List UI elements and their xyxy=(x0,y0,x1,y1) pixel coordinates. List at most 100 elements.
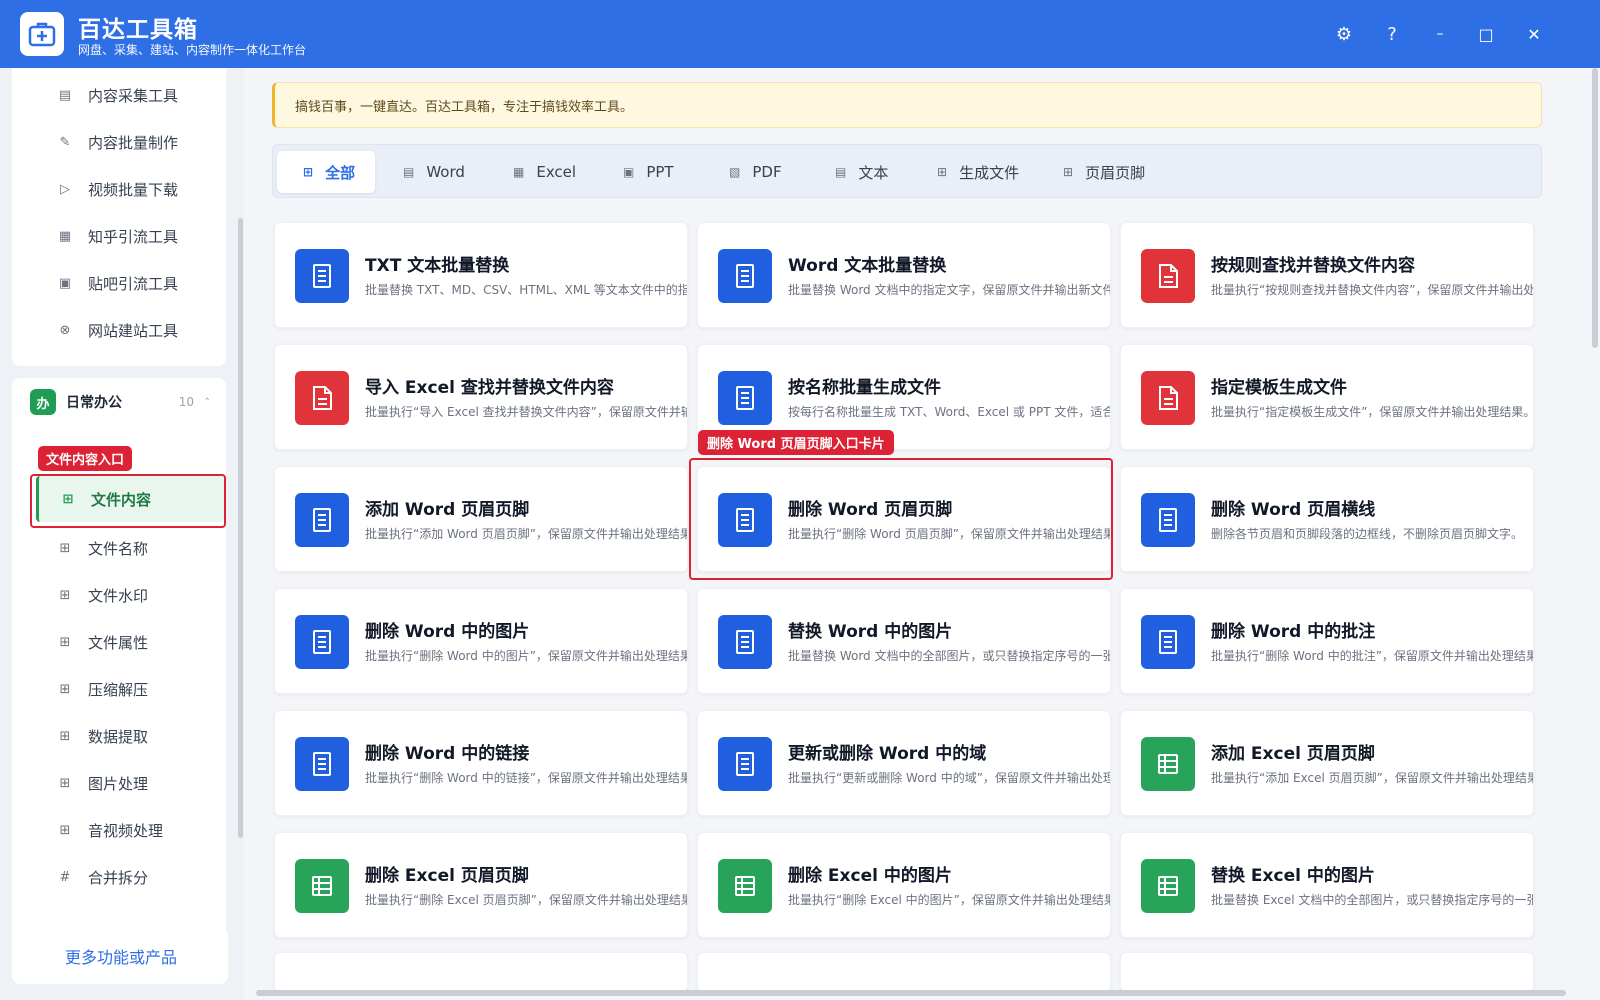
tool-card[interactable]: 删除 Word 中的链接批量执行“删除 Word 中的链接”，保留原文件并输出处… xyxy=(274,710,688,816)
tool-card[interactable]: Word 文本批量替换 批量替换 Word 文档中的指定文字，保留原文件并输出新文… xyxy=(697,222,1111,328)
main-horizontal-scrollbar[interactable] xyxy=(256,990,1566,996)
sidebar-item-compress[interactable]: ⊞ 压缩解压 xyxy=(56,674,148,704)
sidebar-item-file-attributes[interactable]: ⊞ 文件属性 xyxy=(56,627,148,657)
tool-card[interactable]: 添加 Word 页眉页脚 批量执行“添加 Word 页眉页脚”，保留原文件并输出处… xyxy=(274,466,688,572)
grid-icon: ⊞ xyxy=(59,728,71,744)
settings-gear-icon[interactable]: ⚙ xyxy=(1330,20,1358,48)
tab-header-footer[interactable]: ⊞ 页眉页脚 xyxy=(1051,151,1157,193)
tool-card[interactable]: 添加 Excel 页眉页脚 批量执行“添加 Excel 页眉页脚”，保留原文件并输… xyxy=(1120,710,1534,816)
sidebar-item-image-process[interactable]: ⊞ 图片处理 xyxy=(56,768,148,798)
tool-card-title: 更新或删除 Word 中的域 xyxy=(788,744,987,764)
tab-text[interactable]: ▤ 文本 xyxy=(823,151,900,193)
sidebar-item-zhihu[interactable]: ▦ 知乎引流工具 xyxy=(56,221,178,251)
grid-icon: ⊞ xyxy=(59,587,71,603)
tool-card-title: TXT 文本批量替换 xyxy=(365,256,510,276)
sidebar-item-tieba[interactable]: ▣ 贴吧引流工具 xyxy=(56,268,178,298)
tool-card[interactable]: 替换 Word 中的图片 批量替换 Word 文档中的全部图片，或只替换指定序号的… xyxy=(697,588,1111,694)
sheet-icon xyxy=(1141,737,1195,791)
sidebar-item-site-build[interactable]: ⊗ 网站建站工具 xyxy=(56,315,178,345)
sidebar: ▤ 内容采集工具 ✎ 内容批量制作 ▷ 视频批量下载 ▦ 知乎引流工具 ▣ 贴吧… xyxy=(0,68,244,1000)
tool-card-partial[interactable] xyxy=(274,952,688,992)
doc-icon xyxy=(295,249,349,303)
doc-icon: ▤ xyxy=(403,165,415,179)
tab-all[interactable]: ⊞ 全部 xyxy=(277,151,375,193)
tool-card[interactable]: 指定模板生成文件 批量执行“指定模板生成文件”，保留原文件并输出处理结果。 xyxy=(1120,344,1534,450)
tool-card[interactable]: 按规则查找并替换文件内容 批量执行“按规则查找并替换文件内容”，保留原文件并输出处… xyxy=(1120,222,1534,328)
category-tabs: ⊞ 全部 ▤ Word ▦ Excel ▣ PPT ▧ PDF ▤ 文本 ⊞ 生… xyxy=(272,144,1542,198)
grid-icon: ⊞ xyxy=(59,540,71,556)
tool-card[interactable]: TXT 文本批量替换批量替换 TXT、MD、CSV、HTML、XML 等文本文件… xyxy=(274,222,688,328)
maximize-button[interactable]: □ xyxy=(1472,20,1500,48)
tool-card[interactable]: 删除 Word 中的图片批量执行“删除 Word 中的图片”，保留原文件并输出处… xyxy=(274,588,688,694)
group-header-office[interactable]: 办 日常办公 10 ˄ xyxy=(30,386,218,418)
sheet-icon xyxy=(718,859,772,913)
file-icon xyxy=(1141,249,1195,303)
tab-pdf[interactable]: ▧ PDF xyxy=(717,151,794,193)
tool-card-title: 删除 Word 中的批注 xyxy=(1211,622,1376,642)
tool-card-desc: 批量执行“删除 Word 中的链接”，保留原文件并输出处理结果。 xyxy=(365,771,688,785)
tool-card-partial[interactable] xyxy=(1120,952,1534,992)
tool-card[interactable]: 删除 Word 页眉横线 删除各节页眉和页脚段落的边框线，不删除页眉页脚文字。 xyxy=(1120,466,1534,572)
tab-generate-file[interactable]: ⊞ 生成文件 xyxy=(925,151,1031,193)
sidebar-item-collect[interactable]: ▤ 内容采集工具 xyxy=(56,80,178,110)
tool-card[interactable]: 删除 Excel 页眉页脚 批量执行“删除 Excel 页眉页脚”，保留原文件并输… xyxy=(274,832,688,938)
tool-card[interactable]: 删除 Word 中的批注批量执行“删除 Word 中的批注”，保留原文件并输出处… xyxy=(1120,588,1534,694)
tab-excel[interactable]: ▦ Excel xyxy=(501,151,588,193)
tool-card-title: 替换 Excel 中的图片 xyxy=(1211,866,1375,886)
help-icon[interactable]: ? xyxy=(1378,20,1406,48)
group-title: 日常办公 xyxy=(66,395,122,411)
tab-ppt[interactable]: ▣ PPT xyxy=(611,151,686,193)
title-bar: 百达工具箱 网盘、采集、建站、内容制作一体化工作台 ⚙ ? – □ ✕ xyxy=(0,0,1600,68)
app-subtitle: 网盘、采集、建站、内容制作一体化工作台 xyxy=(78,43,307,57)
sidebar-scrollbar[interactable] xyxy=(238,218,243,838)
tool-card-title: 删除 Word 页眉横线 xyxy=(1211,500,1376,520)
tool-card-desc: 批量替换 Excel 文档中的全部图片，或只替换指定序号的一张图片。 xyxy=(1211,893,1533,907)
tool-card[interactable]: 删除 Excel 中的图片 批量执行“删除 Excel 中的图片”，保留原文件并输… xyxy=(697,832,1111,938)
sidebar-item-batch-make[interactable]: ✎ 内容批量制作 xyxy=(56,127,178,157)
doc-icon xyxy=(295,737,349,791)
tool-card-desc: 批量执行“删除 Excel 中的图片”，保留原文件并输出处理结果。 xyxy=(788,893,1111,907)
more-products-button[interactable]: 更多功能或产品 xyxy=(14,928,228,984)
sheet-icon xyxy=(295,859,349,913)
tab-word[interactable]: ▤ Word xyxy=(391,151,477,193)
sidebar-item-data-extract[interactable]: ⊞ 数据提取 xyxy=(56,721,148,751)
tool-card-desc: 批量执行“删除 Word 中的图片”，保留原文件并输出处理结果。 xyxy=(365,649,688,663)
tool-card-title: 删除 Word 中的链接 xyxy=(365,744,530,764)
grid-icon: ⊞ xyxy=(303,165,314,179)
tool-card-desc: 批量替换 TXT、MD、CSV、HTML、XML 等文本文件中的指定内容 xyxy=(365,283,688,297)
sidebar-item-label: 贴吧引流工具 xyxy=(88,274,179,293)
chevron-up-icon[interactable]: ˄ xyxy=(205,396,211,409)
main-vertical-scrollbar[interactable] xyxy=(1592,68,1598,348)
grid-icon: ⊞ xyxy=(59,681,71,697)
sidebar-item-label: 图片处理 xyxy=(88,774,149,793)
tool-card-title: 添加 Excel 页眉页脚 xyxy=(1211,744,1375,764)
sidebar-item-label: 内容批量制作 xyxy=(88,133,179,152)
tool-card-desc: 批量执行“删除 Word 中的批注”，保留原文件并输出处理结果。 xyxy=(1211,649,1534,663)
tool-card-title: 删除 Word 中的图片 xyxy=(365,622,530,642)
grid-icon: ⊞ xyxy=(1063,165,1074,179)
site-icon: ⊗ xyxy=(59,322,71,338)
minimize-button[interactable]: – xyxy=(1426,20,1454,48)
main-content: 搞钱百事，一键直达。百达工具箱，专注于搞钱效率工具。 ⊞ 全部 ▤ Word ▦… xyxy=(246,68,1600,1000)
sheet-icon xyxy=(1141,859,1195,913)
sidebar-item-file-watermark[interactable]: ⊞ 文件水印 xyxy=(56,580,148,610)
ppt-icon: ▣ xyxy=(623,165,635,179)
tool-card-title: Word 文本批量替换 xyxy=(788,256,947,276)
highlight-tag-delete-word-header-footer: 删除 Word 页眉页脚入口卡片 xyxy=(698,430,894,455)
tool-card-partial[interactable] xyxy=(697,952,1111,992)
sidebar-item-file-name[interactable]: ⊞ 文件名称 xyxy=(56,533,148,563)
tool-card[interactable]: 导入 Excel 查找并替换文件内容 批量执行“导入 Excel 查找并替换文件内… xyxy=(274,344,688,450)
hash-icon: # xyxy=(59,869,71,885)
tab-label: Word xyxy=(426,163,465,181)
video-icon: ▷ xyxy=(60,181,70,197)
tool-card[interactable]: 更新或删除 Word 中的域批量执行“更新或删除 Word 中的域”，保留原文件… xyxy=(697,710,1111,816)
tool-card[interactable]: 替换 Excel 中的图片批量替换 Excel 文档中的全部图片，或只替换指定序… xyxy=(1120,832,1534,938)
close-button[interactable]: ✕ xyxy=(1520,20,1548,48)
tool-card-desc: 批量执行“更新或删除 Word 中的域”，保留原文件并输出处理结果。 xyxy=(788,771,1110,785)
sidebar-item-merge-split[interactable]: # 合并拆分 xyxy=(56,862,148,892)
doc-icon xyxy=(1141,493,1195,547)
sidebar-item-video-download[interactable]: ▷ 视频批量下载 xyxy=(56,174,178,204)
sidebar-item-av-process[interactable]: ⊞ 音视频处理 xyxy=(56,815,163,845)
text-icon: ▤ xyxy=(835,165,847,179)
tool-card-title: 导入 Excel 查找并替换文件内容 xyxy=(365,378,614,398)
